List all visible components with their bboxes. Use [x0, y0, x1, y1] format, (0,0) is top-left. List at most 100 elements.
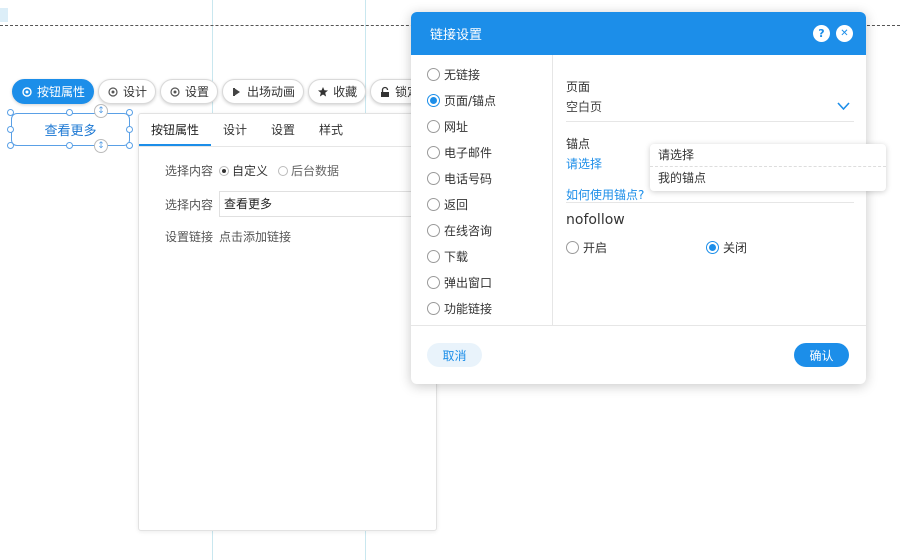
nofollow-on-option[interactable]: 开启 — [566, 239, 607, 256]
radio-button[interactable] — [566, 241, 579, 254]
add-link-link[interactable]: 点击添加链接 — [219, 228, 291, 245]
dialog-header: 链接设置 ? ✕ — [411, 12, 866, 55]
link-option-label: 下载 — [444, 250, 469, 264]
link-option[interactable]: 在线咨询 — [427, 222, 492, 239]
link-option[interactable]: 弹出窗口 — [427, 274, 492, 291]
radio-button[interactable] — [427, 172, 440, 185]
gear-icon — [22, 86, 32, 97]
anchor-select[interactable]: 请选择 — [566, 155, 602, 172]
radio-button[interactable] — [427, 68, 440, 81]
link-option[interactable]: 功能链接 — [427, 300, 492, 317]
link-option-label: 无链接 — [444, 68, 481, 82]
content-text-row: 选择内容 查看更多 — [139, 191, 439, 217]
toolbar-label: 设置 — [185, 85, 210, 99]
page-select[interactable]: 空白页 — [566, 98, 854, 122]
favorite-button[interactable]: 收藏 — [308, 79, 367, 104]
radio-button[interactable] — [427, 302, 440, 315]
resize-handle[interactable] — [126, 142, 133, 149]
radio-button[interactable] — [427, 146, 440, 159]
star-icon — [318, 86, 329, 96]
link-option-label: 在线咨询 — [444, 224, 493, 238]
content-source-row: 选择内容 自定义 后台数据 — [139, 162, 339, 179]
anchor-dropdown: 请选择 我的锚点 — [650, 144, 886, 191]
link-settings-dialog: 链接设置 ? ✕ 无链接 页面/锚点 网址 电子邮件 电话号码 返回 在线咨询 … — [411, 12, 866, 384]
element-toolbar: 按钮属性 设计 设置 出场动画 收藏 锁定 — [12, 79, 429, 104]
tab-design[interactable]: 设计 — [211, 114, 259, 146]
settings-button[interactable]: 设置 — [160, 79, 219, 104]
link-option-label: 返回 — [444, 198, 469, 212]
link-option-label: 功能链接 — [444, 302, 493, 316]
resize-handle[interactable] — [66, 142, 73, 149]
resize-handle[interactable] — [66, 109, 73, 116]
link-option[interactable]: 返回 — [427, 196, 468, 213]
radio-button[interactable] — [427, 224, 440, 237]
radio-button[interactable] — [706, 241, 719, 254]
tab-style[interactable]: 样式 — [307, 114, 355, 146]
link-option[interactable]: 电话号码 — [427, 170, 492, 187]
link-option-label: 电话号码 — [444, 172, 493, 186]
button-properties-button[interactable]: 按钮属性 — [12, 79, 95, 104]
anchor-help-link[interactable]: 如何使用锚点? — [566, 186, 644, 203]
vertical-resize-icon[interactable]: ↕ — [94, 139, 108, 153]
link-option[interactable]: 网址 — [427, 118, 468, 135]
radio-button[interactable] — [427, 250, 440, 263]
close-icon[interactable]: ✕ — [836, 25, 853, 42]
gear-icon — [108, 86, 118, 97]
radio-custom[interactable] — [219, 165, 229, 176]
radio-button[interactable] — [427, 198, 440, 211]
dropdown-option[interactable]: 请选择 — [650, 144, 886, 167]
dialog-title: 链接设置 — [430, 28, 483, 43]
link-option-label: 弹出窗口 — [444, 276, 493, 290]
radio-button[interactable] — [427, 276, 440, 289]
link-row: 设置链接 点击添加链接 — [139, 228, 291, 245]
link-type-list: 无链接 页面/锚点 网址 电子邮件 电话号码 返回 在线咨询 下载 弹出窗口 功… — [411, 55, 553, 325]
content-label: 选择内容 — [164, 197, 213, 212]
lock-icon — [381, 86, 390, 97]
resize-handle[interactable] — [7, 126, 14, 133]
cancel-button[interactable]: 取消 — [427, 343, 482, 367]
divider — [566, 202, 854, 203]
toolbar-label: 按钮属性 — [37, 85, 86, 99]
selected-button-element[interactable]: 查看更多 — [11, 113, 130, 146]
properties-panel: 按钮属性 设计 设置 样式 选择内容 自定义 后台数据 选择内容 查看更多 设置… — [138, 113, 439, 531]
nofollow-off-label: 关闭 — [723, 241, 748, 255]
nofollow-on-label: 开启 — [583, 241, 608, 255]
button-text: 查看更多 — [44, 124, 97, 139]
content-label: 选择内容 — [164, 164, 213, 178]
content-input[interactable]: 查看更多 — [219, 191, 439, 217]
help-icon[interactable]: ? — [813, 25, 830, 42]
nofollow-label: nofollow — [566, 212, 625, 228]
link-option-label: 网址 — [444, 120, 469, 134]
panel-tabs: 按钮属性 设计 设置 样式 — [139, 114, 436, 147]
resize-handle[interactable] — [7, 142, 14, 149]
radio-backend-label: 后台数据 — [291, 164, 340, 178]
confirm-button[interactable]: 确认 — [794, 343, 849, 367]
link-label: 设置链接 — [164, 230, 213, 244]
canvas-corner-marker — [0, 8, 8, 22]
resize-handle[interactable] — [126, 126, 133, 133]
animation-icon — [233, 87, 241, 96]
dropdown-option[interactable]: 我的锚点 — [650, 167, 886, 190]
radio-button[interactable] — [427, 94, 440, 107]
gear-icon — [170, 86, 180, 97]
link-option-label: 页面/锚点 — [444, 94, 497, 108]
link-option[interactable]: 电子邮件 — [427, 144, 492, 161]
tab-button-properties[interactable]: 按钮属性 — [139, 114, 212, 146]
anchor-label: 锚点 — [566, 137, 591, 151]
dialog-footer: 取消 确认 — [411, 325, 866, 384]
design-button[interactable]: 设计 — [98, 79, 157, 104]
link-option[interactable]: 页面/锚点 — [427, 92, 496, 109]
radio-backend[interactable] — [278, 165, 289, 176]
toolbar-label: 收藏 — [333, 85, 358, 99]
resize-handle[interactable] — [7, 109, 14, 116]
radio-button[interactable] — [427, 120, 440, 133]
nofollow-off-option[interactable]: 关闭 — [706, 239, 747, 256]
page-select-value: 空白页 — [566, 100, 603, 114]
vertical-resize-icon[interactable]: ↕ — [94, 104, 108, 118]
resize-handle[interactable] — [126, 109, 133, 116]
link-option[interactable]: 无链接 — [427, 66, 480, 83]
animation-button[interactable]: 出场动画 — [222, 79, 305, 104]
tab-settings[interactable]: 设置 — [259, 114, 307, 146]
radio-custom-label: 自定义 — [232, 164, 269, 178]
link-option[interactable]: 下载 — [427, 248, 468, 265]
